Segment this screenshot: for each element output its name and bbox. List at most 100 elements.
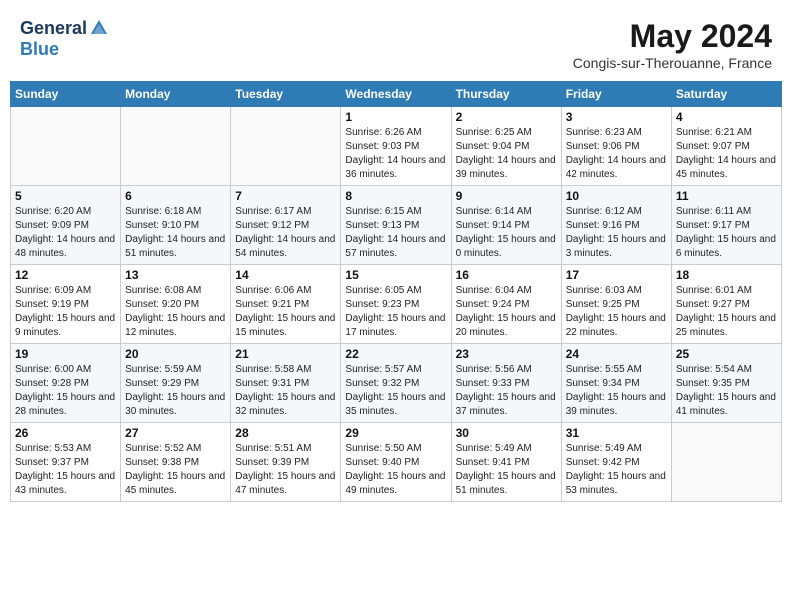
day-info: Sunrise: 6:09 AMSunset: 9:19 PMDaylight:… — [15, 284, 116, 340]
day-info: Sunrise: 6:08 AMSunset: 9:20 PMDaylight:… — [125, 284, 226, 340]
calendar-cell: 12Sunrise: 6:09 AMSunset: 9:19 PMDayligh… — [11, 265, 121, 344]
day-info: Sunrise: 6:01 AMSunset: 9:27 PMDaylight:… — [676, 284, 777, 340]
day-number: 20 — [125, 347, 226, 361]
calendar-cell: 11 Sunrise: 6:11 AMSunset: 9:17 PMDayligh… — [671, 186, 781, 265]
logo-general: General — [20, 18, 87, 39]
day-info: Sunrise: 5:54 AMSunset: 9:35 PMDaylight:… — [676, 363, 777, 419]
calendar-week-1: 1 Sunrise: 6:26 AMSunset: 9:03 PMDaylight… — [11, 107, 782, 186]
calendar-cell: 3Sunrise: 6:23 AMSunset: 9:06 PMDaylight… — [561, 107, 671, 186]
calendar-cell: 13 Sunrise: 6:08 AMSunset: 9:20 PMDayligh… — [121, 265, 231, 344]
calendar-cell: 14Sunrise: 6:06 AMSunset: 9:21 PMDayligh… — [231, 265, 341, 344]
calendar-cell: 22 Sunrise: 5:57 AMSunset: 9:32 PMDayligh… — [341, 344, 451, 423]
day-number: 9 — [456, 189, 557, 203]
calendar-cell: 8 Sunrise: 6:15 AMSunset: 9:13 PMDaylight… — [341, 186, 451, 265]
title-area: May 2024 Congis-sur-Therouanne, France — [573, 18, 772, 71]
calendar-cell: 25 Sunrise: 5:54 AMSunset: 9:35 PMDayligh… — [671, 344, 781, 423]
calendar-cell: 20 Sunrise: 5:59 AMSunset: 9:29 PMDayligh… — [121, 344, 231, 423]
calendar-cell: 19 Sunrise: 6:00 AMSunset: 9:28 PMDayligh… — [11, 344, 121, 423]
calendar-cell: 21Sunrise: 5:58 AMSunset: 9:31 PMDayligh… — [231, 344, 341, 423]
logo: General Blue — [20, 18, 109, 60]
calendar-cell — [231, 107, 341, 186]
day-number: 28 — [235, 426, 336, 440]
day-number: 16 — [456, 268, 557, 282]
day-number: 24 — [566, 347, 667, 361]
calendar-cell: 4 Sunrise: 6:21 AMSunset: 9:07 PMDaylight… — [671, 107, 781, 186]
day-info: Sunrise: 6:12 AMSunset: 9:16 PMDaylight:… — [566, 205, 667, 261]
calendar-cell: 18 Sunrise: 6:01 AMSunset: 9:27 PMDayligh… — [671, 265, 781, 344]
day-info: Sunrise: 5:57 AMSunset: 9:32 PMDaylight:… — [345, 363, 446, 419]
location-subtitle: Congis-sur-Therouanne, France — [573, 55, 772, 71]
day-info: Sunrise: 6:04 AMSunset: 9:24 PMDaylight:… — [456, 284, 557, 340]
calendar-cell: 17Sunrise: 6:03 AMSunset: 9:25 PMDayligh… — [561, 265, 671, 344]
day-info: Sunrise: 5:49 AMSunset: 9:42 PMDaylight:… — [566, 442, 667, 498]
weekday-header-sunday: Sunday — [11, 82, 121, 107]
calendar-cell: 26Sunrise: 5:53 AMSunset: 9:37 PMDayligh… — [11, 423, 121, 502]
calendar-cell: 28 Sunrise: 5:51 AMSunset: 9:39 PMDayligh… — [231, 423, 341, 502]
calendar-cell: 9 Sunrise: 6:14 AMSunset: 9:14 PMDaylight… — [451, 186, 561, 265]
day-number: 30 — [456, 426, 557, 440]
calendar-cell: 10 Sunrise: 6:12 AMSunset: 9:16 PMDayligh… — [561, 186, 671, 265]
day-number: 19 — [15, 347, 116, 361]
calendar-cell: 24Sunrise: 5:55 AMSunset: 9:34 PMDayligh… — [561, 344, 671, 423]
day-info: Sunrise: 6:18 AMSunset: 9:10 PMDaylight:… — [125, 205, 226, 261]
calendar-cell: 2Sunrise: 6:25 AMSunset: 9:04 PMDaylight… — [451, 107, 561, 186]
calendar-cell: 30Sunrise: 5:49 AMSunset: 9:41 PMDayligh… — [451, 423, 561, 502]
logo-icon — [89, 18, 109, 38]
weekday-header-tuesday: Tuesday — [231, 82, 341, 107]
day-number: 31 — [566, 426, 667, 440]
day-number: 27 — [125, 426, 226, 440]
day-number: 14 — [235, 268, 336, 282]
day-info: Sunrise: 5:56 AMSunset: 9:33 PMDaylight:… — [456, 363, 557, 419]
day-info: Sunrise: 5:58 AMSunset: 9:31 PMDaylight:… — [235, 363, 336, 419]
day-number: 15 — [345, 268, 446, 282]
day-number: 8 — [345, 189, 446, 203]
calendar-cell: 1 Sunrise: 6:26 AMSunset: 9:03 PMDaylight… — [341, 107, 451, 186]
month-title: May 2024 — [573, 18, 772, 55]
day-number: 3 — [566, 110, 667, 124]
day-info: Sunrise: 6:14 AMSunset: 9:14 PMDaylight:… — [456, 205, 557, 261]
calendar-cell: 16 Sunrise: 6:04 AMSunset: 9:24 PMDayligh… — [451, 265, 561, 344]
day-info: Sunrise: 6:15 AMSunset: 9:13 PMDaylight:… — [345, 205, 446, 261]
day-number: 4 — [676, 110, 777, 124]
calendar-cell: 6 Sunrise: 6:18 AMSunset: 9:10 PMDaylight… — [121, 186, 231, 265]
day-number: 5 — [15, 189, 116, 203]
weekday-header-saturday: Saturday — [671, 82, 781, 107]
day-number: 26 — [15, 426, 116, 440]
day-number: 2 — [456, 110, 557, 124]
calendar-week-3: 12Sunrise: 6:09 AMSunset: 9:19 PMDayligh… — [11, 265, 782, 344]
calendar-cell — [121, 107, 231, 186]
weekday-header-thursday: Thursday — [451, 82, 561, 107]
day-number: 1 — [345, 110, 446, 124]
day-info: Sunrise: 5:51 AMSunset: 9:39 PMDaylight:… — [235, 442, 336, 498]
day-info: Sunrise: 6:21 AMSunset: 9:07 PMDaylight:… — [676, 126, 777, 182]
calendar-cell: 31 Sunrise: 5:49 AMSunset: 9:42 PMDayligh… — [561, 423, 671, 502]
calendar-cell — [11, 107, 121, 186]
day-info: Sunrise: 6:00 AMSunset: 9:28 PMDaylight:… — [15, 363, 116, 419]
day-number: 29 — [345, 426, 446, 440]
day-info: Sunrise: 6:11 AMSunset: 9:17 PMDaylight:… — [676, 205, 777, 261]
day-number: 10 — [566, 189, 667, 203]
day-number: 6 — [125, 189, 226, 203]
day-info: Sunrise: 6:05 AMSunset: 9:23 PMDaylight:… — [345, 284, 446, 340]
calendar-cell — [671, 423, 781, 502]
calendar-cell: 7Sunrise: 6:17 AMSunset: 9:12 PMDaylight… — [231, 186, 341, 265]
day-number: 13 — [125, 268, 226, 282]
day-number: 18 — [676, 268, 777, 282]
calendar-table: SundayMondayTuesdayWednesdayThursdayFrid… — [10, 81, 782, 502]
calendar-cell: 23 Sunrise: 5:56 AMSunset: 9:33 PMDayligh… — [451, 344, 561, 423]
day-info: Sunrise: 5:59 AMSunset: 9:29 PMDaylight:… — [125, 363, 226, 419]
calendar-cell: 27 Sunrise: 5:52 AMSunset: 9:38 PMDayligh… — [121, 423, 231, 502]
weekday-header-row: SundayMondayTuesdayWednesdayThursdayFrid… — [11, 82, 782, 107]
weekday-header-wednesday: Wednesday — [341, 82, 451, 107]
day-number: 11 — [676, 189, 777, 203]
weekday-header-monday: Monday — [121, 82, 231, 107]
day-number: 25 — [676, 347, 777, 361]
calendar-cell: 29 Sunrise: 5:50 AMSunset: 9:40 PMDayligh… — [341, 423, 451, 502]
day-info: Sunrise: 5:52 AMSunset: 9:38 PMDaylight:… — [125, 442, 226, 498]
calendar-cell: 5Sunrise: 6:20 AMSunset: 9:09 PMDaylight… — [11, 186, 121, 265]
day-number: 22 — [345, 347, 446, 361]
day-number: 23 — [456, 347, 557, 361]
day-info: Sunrise: 6:26 AMSunset: 9:03 PMDaylight:… — [345, 126, 446, 182]
calendar-week-5: 26Sunrise: 5:53 AMSunset: 9:37 PMDayligh… — [11, 423, 782, 502]
day-info: Sunrise: 5:50 AMSunset: 9:40 PMDaylight:… — [345, 442, 446, 498]
